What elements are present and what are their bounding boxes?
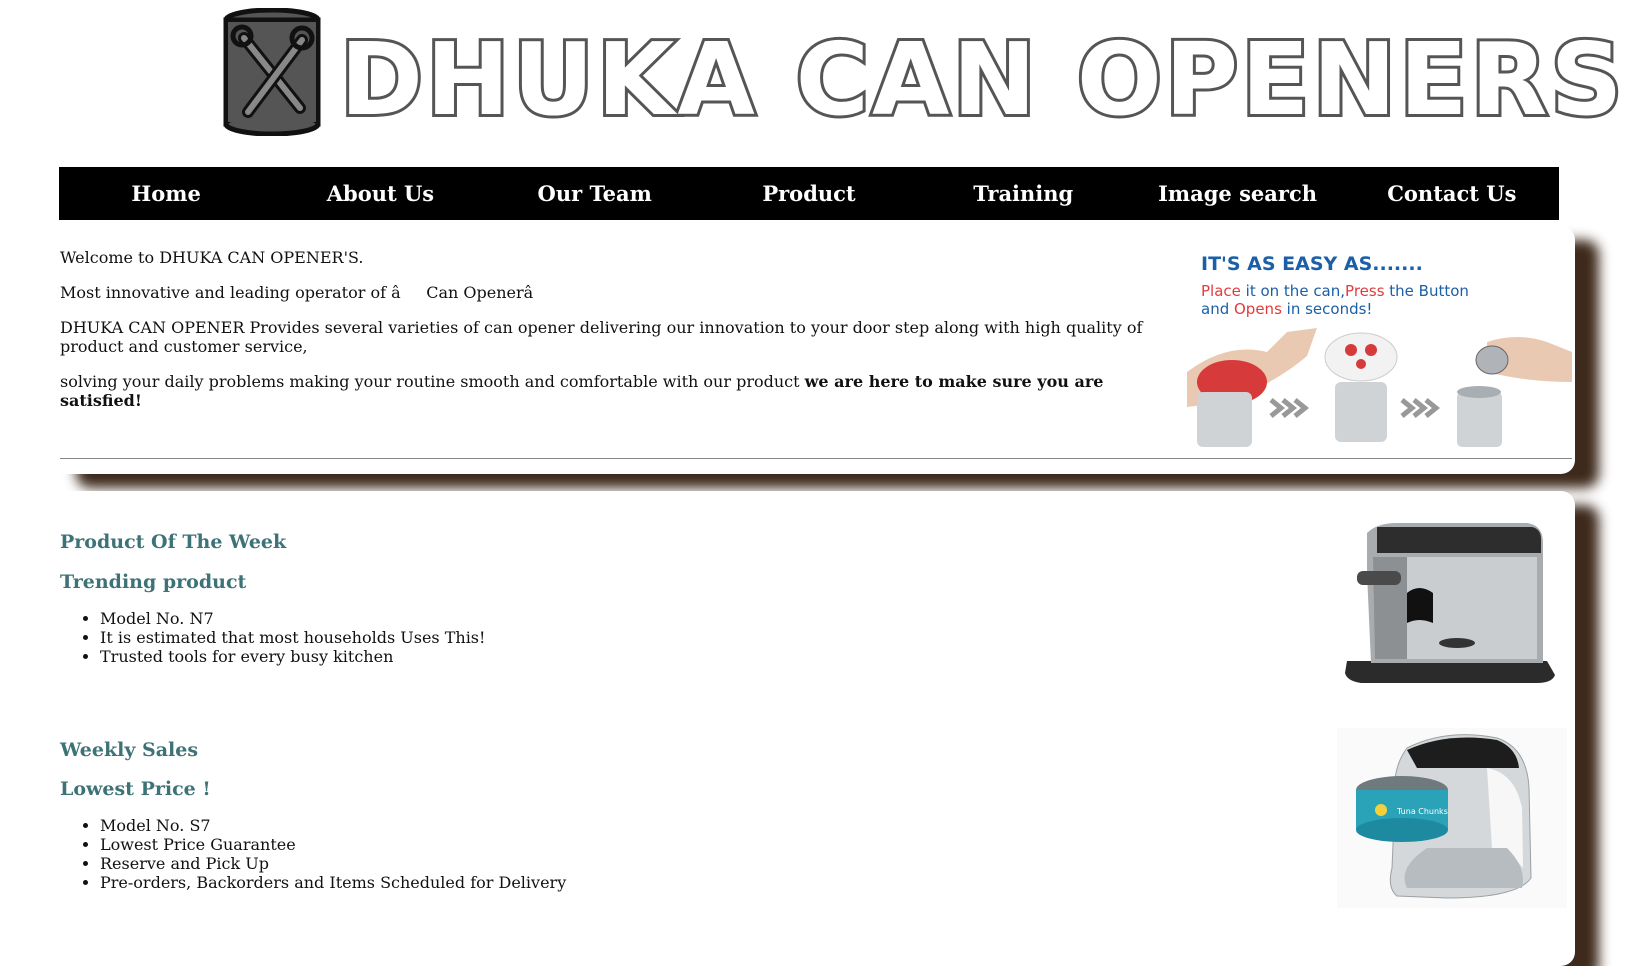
product-s7-image: Tuna Chunks [1337, 728, 1567, 908]
product-of-week-heading: Product Of The Week [60, 531, 287, 553]
product-n7-image [1337, 513, 1567, 691]
trending-product-heading: Trending product [60, 571, 247, 593]
solving-text: solving your daily problems making your … [60, 372, 800, 391]
intro-panel: Welcome to DHUKA CAN OPENER'S. Most inno… [52, 226, 1575, 474]
weekly-sales-heading: Weekly Sales [60, 739, 199, 761]
product-of-week-list: Model No. N7 It is estimated that most h… [60, 609, 1060, 666]
main-nav: Home About Us Our Team Product Training … [59, 167, 1559, 220]
weekly-sales-section: Weekly Sales Lowest Price ! Model No. S7… [60, 739, 1060, 892]
nav-item-home[interactable]: Home [59, 181, 273, 206]
list-item: Reserve and Pick Up [100, 854, 1060, 873]
svg-text:Tuna Chunks: Tuna Chunks [1396, 807, 1448, 816]
list-item: Trusted tools for every busy kitchen [100, 647, 1060, 666]
banner-title: IT'S AS EASY AS....... [1201, 253, 1423, 275]
can-logo-icon [223, 8, 321, 136]
nav-item-contact-us[interactable]: Contact Us [1345, 181, 1559, 206]
list-item: Lowest Price Guarantee [100, 835, 1060, 854]
nav-item-about-us[interactable]: About Us [273, 181, 487, 206]
product-of-week-section: Product Of The Week Trending product Mod… [60, 531, 1060, 666]
logo-text: DHUKA CAN OPENERS [337, 18, 1626, 141]
banner-line2: and Opens in seconds! [1201, 300, 1372, 318]
list-item: Model No. N7 [100, 609, 1060, 628]
weekly-sales-list: Model No. S7 Lowest Price Guarantee Rese… [60, 816, 1060, 892]
provides-text: DHUKA CAN OPENER Provides several variet… [60, 318, 1143, 356]
site-header: DHUKA CAN OPENERS [0, 0, 1638, 150]
divider [60, 458, 1572, 459]
lowest-price-heading: Lowest Price ! [60, 778, 211, 800]
nav-item-image-search[interactable]: Image search [1130, 181, 1344, 206]
list-item: Model No. S7 [100, 816, 1060, 835]
nav-item-our-team[interactable]: Our Team [488, 181, 702, 206]
intro-text: Welcome to DHUKA CAN OPENER'S. Most inno… [60, 248, 1170, 426]
nav-item-training[interactable]: Training [916, 181, 1130, 206]
nav-item-product[interactable]: Product [702, 181, 916, 206]
welcome-text: Welcome to DHUKA CAN OPENER'S. [60, 248, 364, 267]
easy-steps-banner-image: IT'S AS EASY AS....... Place it on the c… [1187, 232, 1572, 456]
list-item: It is estimated that most households Use… [100, 628, 1060, 647]
banner-line1: Place it on the can,Press the Button [1201, 282, 1469, 300]
list-item: Pre-orders, Backorders and Items Schedul… [100, 873, 1060, 892]
solving-paragraph: solving your daily problems making your … [60, 372, 1170, 410]
tagline-text: Most innovative and leading operator of … [60, 283, 559, 302]
products-panel: Product Of The Week Trending product Mod… [52, 491, 1575, 966]
